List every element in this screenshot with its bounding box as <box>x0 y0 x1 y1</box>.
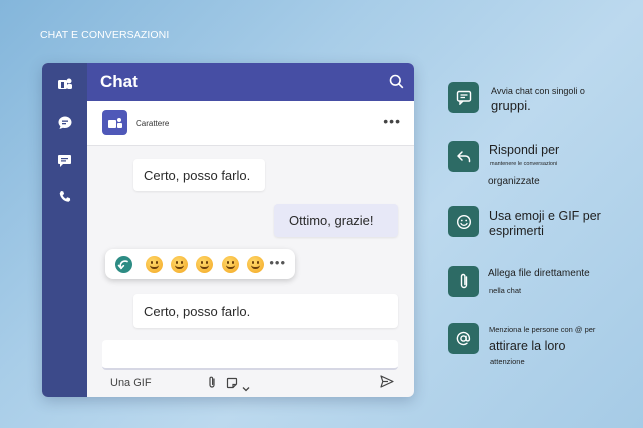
message-bubble-mine[interactable]: Ottimo, grazie! <box>274 204 398 237</box>
feature-text: Usa emoji e GIF per <box>489 209 601 223</box>
search-icon[interactable] <box>389 74 404 94</box>
feature-text: Allega file direttamente <box>488 268 590 279</box>
conversation-header: Carattere ••• <box>87 101 414 146</box>
feature-text: Avvia chat con singoli o <box>491 86 585 96</box>
app-rail <box>42 63 87 397</box>
feature-text: attirare la loro <box>489 339 566 353</box>
feature-text: organizzate <box>488 176 540 187</box>
teams-logo-icon[interactable] <box>42 69 87 99</box>
reply-icon[interactable] <box>115 256 132 273</box>
feature-text: Rispondi per <box>489 143 560 157</box>
emoji-grin-icon[interactable] <box>222 256 239 273</box>
message-icon[interactable] <box>42 145 87 175</box>
chat-icon <box>448 82 479 113</box>
emoji-like-icon[interactable] <box>146 256 163 273</box>
feature-text: nella chat <box>489 286 522 295</box>
chat-header: Chat <box>87 63 414 101</box>
compose-input[interactable] <box>102 340 398 370</box>
reply-icon <box>448 141 479 172</box>
message-bubble[interactable]: Certo, posso farlo. <box>133 159 265 191</box>
message-bubble[interactable]: Certo, posso farlo. <box>133 294 398 328</box>
sticker-icon[interactable] <box>226 376 238 394</box>
section-title: CHAT E CONVERSAZIONI <box>40 29 170 41</box>
phone-icon[interactable] <box>42 182 87 212</box>
feature-text: gruppi. <box>491 98 531 113</box>
mention-icon <box>448 323 479 354</box>
feature-text: attenzione <box>490 357 525 366</box>
teams-chat-window: Chat Carattere ••• Certo, posso farlo. O… <box>42 63 414 397</box>
header-title: Chat <box>100 72 138 91</box>
feature-text: Menziona le persone con @ per <box>489 325 596 334</box>
emoji-smile-icon[interactable] <box>171 256 188 273</box>
chevron-down-icon[interactable] <box>242 379 250 397</box>
emoji-laugh-icon[interactable] <box>196 256 213 273</box>
conversation-name: Carattere <box>136 119 170 128</box>
attach-icon <box>448 266 479 297</box>
attach-icon[interactable] <box>207 376 217 394</box>
chat-bubble-icon[interactable] <box>42 108 87 138</box>
feature-list: Avvia chat con singoli o gruppi. Rispond… <box>448 0 638 428</box>
avatar[interactable] <box>102 110 127 135</box>
emoji-happy-icon[interactable] <box>247 256 264 273</box>
feature-text: mantenere le conversazioni <box>490 161 558 167</box>
emoji-icon <box>448 206 479 237</box>
feature-text: esprimerti <box>489 224 544 238</box>
compose-toolbar: Una GIF <box>110 373 402 393</box>
send-icon[interactable] <box>380 375 394 393</box>
more-options-button[interactable]: ••• <box>383 113 401 129</box>
more-reactions-button[interactable]: ••• <box>269 255 286 270</box>
gif-label[interactable]: Una GIF <box>110 377 152 389</box>
reaction-bar: ••• <box>105 249 295 279</box>
